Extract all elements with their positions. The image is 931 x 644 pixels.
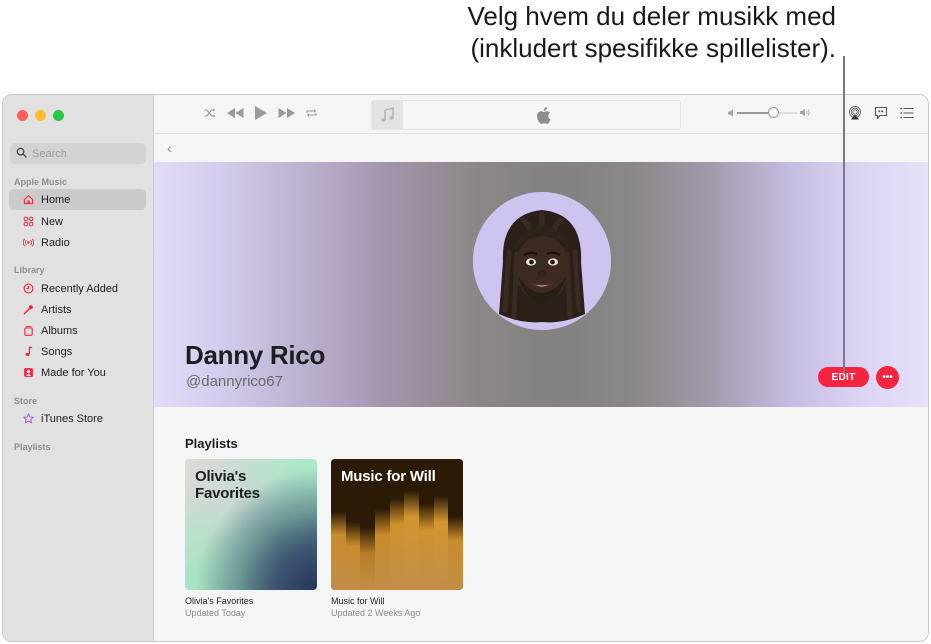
section-label-playlists: Playlists [14,442,51,452]
list-icon [900,107,914,119]
shuffle-icon [204,108,216,118]
playlist-cover-title: Music for Will [341,468,436,485]
sidebar-item-label: iTunes Store [41,412,103,425]
repeat-button[interactable] [306,108,317,118]
sidebar-item-songs[interactable]: Songs [9,341,146,362]
shuffle-button[interactable] [204,108,216,118]
sidebar-item-label: Artists [41,303,72,316]
sidebar-item-label: Albums [41,324,78,337]
playlist-card[interactable]: Music for Will Music for Will Updated 2 … [331,459,463,618]
sidebar-item-itunes-store[interactable]: iTunes Store [9,408,146,429]
volume-low-icon [728,108,733,117]
profile-name: Danny Rico [185,340,326,370]
star-icon [22,413,34,425]
next-button[interactable] [278,108,295,118]
more-options-button[interactable]: ••• [876,366,899,389]
playlist-cover[interactable]: Music for Will [331,459,463,590]
person-square-icon [22,367,34,379]
profile-header: Danny Rico @dannyrico67 EDIT ••• [154,162,928,407]
main-content: ‹ Danny Rico @dannyrico67 EDIT ••• Playl… [154,95,928,641]
navigation-bar: ‹ [154,134,928,162]
cover-title-line: Music for Will [341,468,436,485]
sidebar-item-recently-added[interactable]: Recently Added [9,278,146,299]
minimize-window-button[interactable] [35,110,46,121]
clock-icon [22,283,34,295]
sidebar-item-label: Home [41,193,71,206]
volume-high-icon [800,108,810,117]
section-label-store: Store [14,396,38,406]
radio-icon [22,237,34,249]
zoom-window-button[interactable] [53,110,64,121]
playlist-name: Music for Will [331,596,385,606]
volume-control [728,106,811,118]
play-button[interactable] [255,106,267,120]
section-label-library: Library [14,265,45,275]
sidebar-item-label: Songs [41,345,73,358]
music-note-icon [22,346,34,358]
playlist-name: Olivia's Favorites [185,596,254,606]
playlist-card[interactable]: Olivia's Favorites Olivia's Favorites Up… [185,459,317,618]
playlist-updated: Updated Today [185,608,246,618]
microphone-icon [22,304,34,316]
cover-title-line: Olivia's [195,468,247,485]
music-app-window: Apple Music Home New Radio Library Recen… [2,94,929,642]
profile-handle: @dannyrico67 [186,373,283,390]
sidebar-item-home[interactable]: Home [9,189,146,210]
search-input[interactable] [32,147,142,160]
sidebar-item-label: Radio [41,236,70,249]
callout-text: Velg hvem du deler musikk med (inkludert… [0,0,836,64]
sidebar: Apple Music Home New Radio Library Recen… [3,95,154,641]
lyrics-button[interactable] [874,106,888,120]
rewind-icon [227,108,244,118]
profile-avatar [473,192,611,330]
sidebar-item-label: New [41,215,64,228]
cover-title-line: Favorites [195,485,260,502]
up-next-button[interactable] [900,107,914,119]
toolbar [154,95,928,134]
fast-forward-icon [278,108,295,118]
now-playing-display [371,100,681,130]
back-button[interactable]: ‹ [167,140,172,156]
sidebar-item-new[interactable]: New [9,211,146,232]
airplay-button[interactable] [848,106,862,120]
playlists-heading: Playlists [185,436,238,451]
album-art-placeholder [372,101,403,129]
lyrics-icon [874,106,888,120]
playback-controls [204,106,317,120]
sidebar-item-made-for-you[interactable]: Made for You [9,362,146,383]
section-label-apple-music: Apple Music [14,177,68,187]
home-icon [22,194,34,206]
callout-line-2: (inkludert spesifikke spillelister). [470,33,836,63]
airplay-icon [849,106,861,120]
apple-logo-icon [536,107,551,129]
sidebar-item-label: Made for You [41,366,106,379]
close-window-button[interactable] [17,110,28,121]
search-icon [16,145,27,163]
sidebar-item-albums[interactable]: Albums [9,320,146,341]
album-icon [22,325,34,337]
memoji-avatar-icon [473,192,611,330]
callout-pointer-line [843,56,845,373]
playlist-cover-title: Olivia's Favorites [195,468,260,502]
volume-knob[interactable] [767,106,779,118]
toolbar-right-icons [848,106,914,120]
previous-button[interactable] [227,108,244,118]
repeat-icon [306,109,317,117]
sidebar-item-radio[interactable]: Radio [9,232,146,253]
search-field[interactable] [10,143,146,164]
music-note-icon [380,107,394,122]
grid-icon [22,216,34,228]
sidebar-item-label: Recently Added [41,282,119,295]
play-icon [255,106,267,120]
playlist-cover[interactable]: Olivia's Favorites [185,459,317,590]
sidebar-item-artists[interactable]: Artists [9,299,146,320]
volume-slider[interactable] [737,106,797,118]
playlist-updated: Updated 2 Weeks Ago [331,608,421,618]
callout-line-1: Velg hvem du deler musikk med [467,1,836,31]
window-controls [17,110,64,121]
